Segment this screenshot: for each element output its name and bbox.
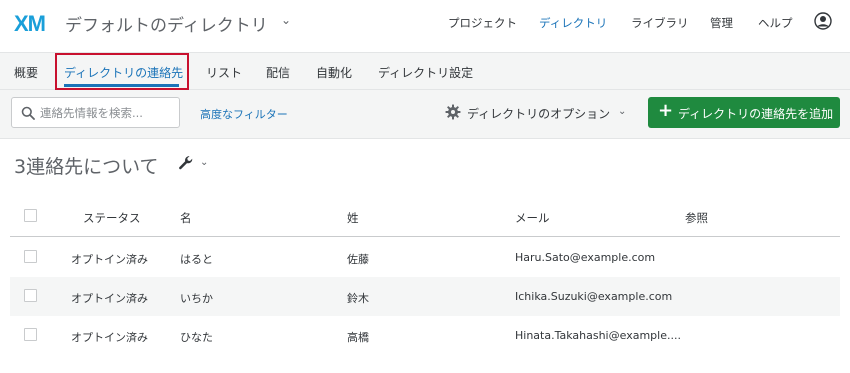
top-bar: XM デフォルトのディレクトリ ⌄ プロジェクト ディレクトリ ライブラリ 管理… bbox=[0, 0, 850, 52]
directory-options-button[interactable]: ディレクトリのオプション bbox=[467, 105, 610, 122]
cell-first-name: ひなた bbox=[180, 331, 213, 344]
search-input[interactable] bbox=[40, 103, 175, 123]
cell-last-name: 高橋 bbox=[347, 331, 369, 344]
chevron-down-icon[interactable]: ⌄ bbox=[200, 157, 208, 168]
cell-first-name: はると bbox=[180, 253, 213, 266]
column-header-status[interactable]: ステータス bbox=[83, 210, 141, 226]
table-row[interactable]: オプトイン済み ひなた 高橋 Hinata.Takahashi@example.… bbox=[10, 316, 840, 355]
row-checkbox[interactable] bbox=[24, 289, 37, 302]
nav-directory[interactable]: ディレクトリ bbox=[539, 15, 607, 31]
chevron-down-icon[interactable]: ⌄ bbox=[281, 13, 291, 27]
cell-email: Hinata.Takahashi@example.... bbox=[515, 329, 681, 342]
highlight-frame bbox=[55, 53, 189, 90]
nav-library[interactable]: ライブラリ bbox=[631, 15, 689, 31]
tab-overview[interactable]: 概要 bbox=[14, 64, 38, 81]
tab-automations[interactable]: 自動化 bbox=[316, 64, 352, 81]
search-icon bbox=[21, 106, 35, 120]
row-checkbox[interactable] bbox=[24, 328, 37, 341]
table-row[interactable]: オプトイン済み はると 佐藤 Haru.Sato@example.com bbox=[10, 238, 840, 277]
cell-email: Haru.Sato@example.com bbox=[515, 251, 656, 264]
column-header-last-name[interactable]: 姓 bbox=[347, 210, 359, 226]
cell-last-name: 佐藤 bbox=[347, 253, 369, 266]
column-header-reference[interactable]: 参照 bbox=[685, 210, 708, 226]
wrench-icon[interactable] bbox=[178, 155, 194, 171]
tab-directory-settings[interactable]: ディレクトリ設定 bbox=[378, 64, 473, 81]
select-all-checkbox[interactable] bbox=[24, 209, 37, 222]
add-directory-contact-button[interactable]: + ディレクトリの連絡先を追加 bbox=[648, 97, 840, 128]
cell-status: オプトイン済み bbox=[71, 331, 148, 344]
chevron-down-icon[interactable]: ⌄ bbox=[618, 106, 626, 117]
tab-distributions[interactable]: 配信 bbox=[266, 64, 290, 81]
toolbar: 高度なフィルター ディレクトリのオプション ⌄ + ディレクトリの連絡先を追加 bbox=[0, 90, 850, 139]
gear-icon[interactable] bbox=[445, 104, 461, 120]
search-box bbox=[11, 97, 180, 128]
plus-icon: + bbox=[658, 100, 674, 121]
tab-lists[interactable]: リスト bbox=[206, 64, 242, 81]
cell-status: オプトイン済み bbox=[71, 292, 148, 305]
column-header-email[interactable]: メール bbox=[515, 210, 550, 226]
xm-logo[interactable]: XM bbox=[14, 11, 46, 37]
cell-first-name: いちか bbox=[180, 292, 213, 305]
cell-status: オプトイン済み bbox=[71, 253, 148, 266]
add-contact-label: ディレクトリの連絡先を追加 bbox=[678, 107, 834, 121]
advanced-filter-link[interactable]: 高度なフィルター bbox=[200, 106, 288, 122]
nav-help[interactable]: ヘルプ bbox=[758, 15, 793, 31]
nav-admin[interactable]: 管理 bbox=[710, 15, 733, 31]
user-account-icon[interactable] bbox=[814, 12, 832, 30]
cell-last-name: 鈴木 bbox=[347, 292, 369, 305]
contact-count-heading: 3連絡先について bbox=[14, 156, 159, 178]
table-header: ステータス 名 姓 メール 参照 bbox=[10, 197, 840, 237]
column-header-first-name[interactable]: 名 bbox=[180, 210, 192, 226]
directory-title[interactable]: デフォルトのディレクトリ bbox=[65, 11, 268, 36]
row-checkbox[interactable] bbox=[24, 250, 37, 263]
table-row[interactable]: オプトイン済み いちか 鈴木 Ichika.Suzuki@example.com bbox=[10, 277, 840, 316]
nav-projects[interactable]: プロジェクト bbox=[448, 15, 517, 31]
cell-email: Ichika.Suzuki@example.com bbox=[515, 290, 673, 303]
